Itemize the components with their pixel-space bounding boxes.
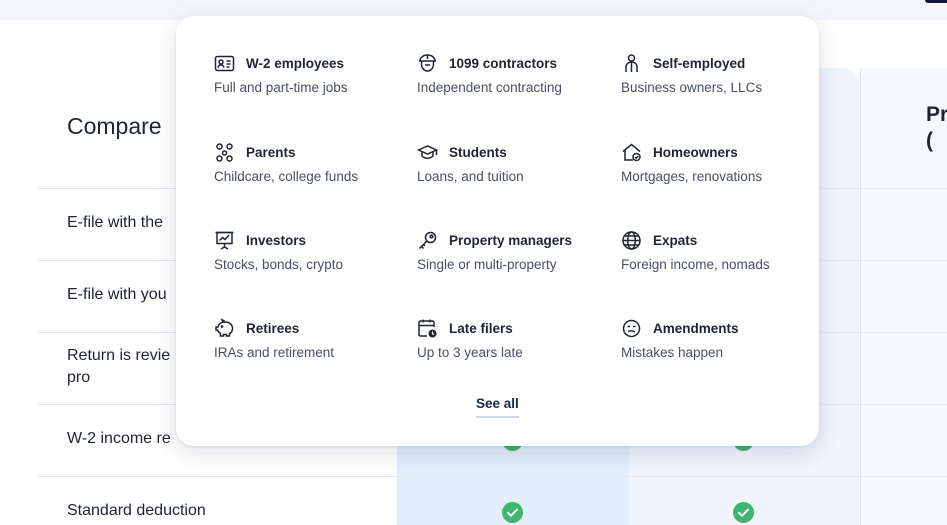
menu-item-subtitle: Stocks, bonds, crypto [214,257,344,272]
menu-item-title: Property managers [449,232,573,248]
menu-item-subtitle: Mistakes happen [621,345,724,360]
plan-column-header: Pr ( [926,103,947,152]
menu-item-retirees[interactable]: Retirees IRAs and retirement [214,317,414,360]
menu-item-title: Late filers [449,320,513,336]
menu-item-title: 1099 contractors [449,55,558,71]
row-divider [38,476,947,477]
feature-label: Return is revie pro [67,347,171,386]
menu-item-investors[interactable]: Investors Stocks, bonds, crypto [214,229,414,272]
compare-title: Compare [67,113,162,139]
menu-item-subtitle: IRAs and retirement [214,345,335,360]
menu-item-title: Parents [246,144,296,160]
person-icon [621,53,642,74]
piggy-bank-icon [214,317,235,339]
header-corner [925,0,947,3]
menu-item-homeowners[interactable]: Homeowners Mortgages, renovations [621,141,821,184]
menu-item-property-managers[interactable]: Property managers Single or multi-proper… [417,229,617,272]
chart-board-icon [214,230,235,251]
menu-item-subtitle: Independent contracting [417,80,562,95]
house-check-icon [621,142,642,163]
audience-dropdown-panel: W-2 employees Full and part-time jobs 10… [176,16,819,446]
menu-item-students[interactable]: Students Loans, and tuition [417,141,617,184]
menu-item-subtitle: Mortgages, renovations [621,169,763,184]
menu-item-title: Homeowners [653,144,738,160]
check-icon [733,502,754,523]
contractor-icon [417,53,438,74]
menu-item-1099-contractors[interactable]: 1099 contractors Independent contracting [417,52,617,95]
menu-item-w2-employees[interactable]: W-2 employees Full and part-time jobs [214,52,414,95]
menu-item-amendments[interactable]: Amendments Mistakes happen [621,317,821,360]
menu-item-expats[interactable]: Expats Foreign income, nomads [621,229,821,272]
menu-item-parents[interactable]: Parents Childcare, college funds [214,141,414,184]
see-all-link[interactable]: See all [476,396,519,418]
feature-label: Standard deduction [67,502,206,519]
feature-label: W-2 income re [67,430,171,447]
menu-item-title: Investors [246,232,307,248]
menu-item-subtitle: Single or multi-property [417,257,557,272]
menu-item-subtitle: Up to 3 years late [417,345,523,360]
menu-item-title: W-2 employees [246,55,345,71]
globe-icon [621,230,642,251]
menu-item-title: Students [449,144,507,160]
face-icon [621,318,642,339]
id-card-icon [214,53,235,74]
calendar-clock-icon [417,318,438,339]
menu-item-late-filers[interactable]: Late filers Up to 3 years late [417,317,617,360]
feature-label: E-file with the [67,214,164,231]
menu-item-subtitle: Full and part-time jobs [214,80,348,95]
graduation-cap-icon [417,142,438,163]
menu-item-title: Expats [653,232,698,248]
menu-item-title: Retirees [246,320,300,336]
menu-item-subtitle: Childcare, college funds [214,169,359,184]
menu-item-title: Amendments [653,320,739,336]
menu-item-subtitle: Loans, and tuition [417,169,524,184]
check-icon [502,502,523,523]
menu-item-subtitle: Business owners, LLCs [621,80,763,95]
menu-item-self-employed[interactable]: Self-employed Business owners, LLCs [621,52,821,95]
family-icon [214,142,235,163]
feature-label: E-file with you [67,286,167,303]
key-icon [417,230,438,251]
menu-item-subtitle: Foreign income, nomads [621,257,770,272]
menu-item-title: Self-employed [653,55,746,71]
